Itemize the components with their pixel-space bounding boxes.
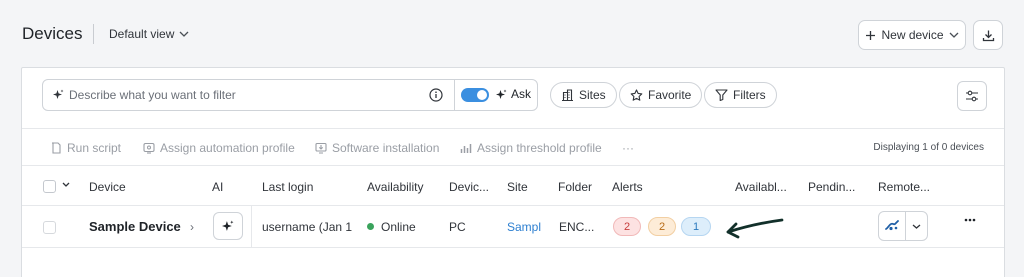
sparkle-icon — [53, 89, 64, 100]
online-status-dot — [367, 223, 374, 230]
chevron-down-icon — [912, 224, 921, 229]
run-script-label: Run script — [67, 141, 122, 155]
chevron-down-icon — [949, 32, 959, 38]
filters-button[interactable]: Filters — [704, 82, 777, 108]
star-icon — [630, 88, 643, 102]
view-label: Default view — [109, 27, 175, 41]
col-folder[interactable]: Folder — [558, 180, 592, 194]
bulk-actions-bar: Run script Assign automation profile Sof… — [22, 128, 1004, 166]
device-name[interactable]: Sample Device — [89, 219, 181, 234]
col-availability[interactable]: Availability — [367, 180, 423, 194]
col-pending[interactable]: Pendin... — [808, 180, 855, 194]
header-divider — [93, 24, 94, 44]
last-login-value: username (Jan 1 — [262, 220, 353, 234]
building-icon — [561, 89, 574, 101]
row-checkbox[interactable] — [43, 221, 56, 234]
displaying-count: Displaying 1 of 0 devices — [873, 142, 984, 153]
threshold-icon — [460, 143, 472, 154]
assign-threshold-button[interactable]: Assign threshold profile — [460, 141, 602, 155]
page-title: Devices — [22, 24, 83, 43]
more-actions-button[interactable]: ··· — [622, 141, 634, 155]
col-remote[interactable]: Remote... — [878, 180, 930, 194]
availability-label: Online — [381, 220, 416, 234]
script-icon — [51, 142, 62, 154]
ai-filter-box: Ask — [42, 79, 538, 111]
search-divider — [454, 80, 455, 110]
device-more-indicator: › — [190, 220, 194, 234]
plus-icon — [865, 30, 876, 41]
install-icon — [315, 142, 327, 154]
profile-icon — [143, 142, 155, 154]
col-device[interactable]: Device — [89, 180, 126, 194]
filter-icon — [715, 89, 728, 101]
chevron-down-icon[interactable] — [62, 182, 70, 187]
sliders-icon — [965, 90, 979, 102]
remote-access-group — [878, 211, 928, 241]
software-installation-label: Software installation — [332, 141, 440, 155]
kebab-icon[interactable] — [964, 218, 976, 222]
view-selector[interactable]: Default view — [109, 27, 189, 41]
assign-threshold-label: Assign threshold profile — [477, 141, 602, 155]
download-icon — [982, 29, 995, 42]
ask-toggle[interactable] — [461, 88, 489, 102]
folder-value: ENC... — [559, 220, 595, 234]
availability-status: Online — [367, 220, 416, 234]
devices-card: Ask Sites Favorite Filters Run script A — [21, 67, 1005, 277]
col-site[interactable]: Site — [507, 180, 528, 194]
remote-connect-button[interactable] — [879, 212, 906, 240]
select-all-checkbox[interactable] — [43, 180, 56, 193]
site-link[interactable]: Sampl — [507, 220, 541, 234]
sites-filter-button[interactable]: Sites — [550, 82, 617, 108]
filter-input[interactable] — [69, 88, 399, 102]
assign-automation-button[interactable]: Assign automation profile — [143, 141, 295, 155]
remote-options-button[interactable] — [906, 212, 927, 240]
table-row[interactable]: Sample Device › username (Jan 1 Online P… — [22, 206, 1004, 248]
sparkle-icon — [222, 220, 234, 232]
sparkle-icon — [496, 89, 507, 100]
filters-label: Filters — [733, 88, 766, 102]
ask-label: Ask — [511, 87, 532, 101]
new-device-label: New device — [881, 28, 944, 42]
new-device-button[interactable]: New device — [858, 20, 966, 50]
ask-button[interactable]: Ask — [496, 87, 531, 101]
column-settings-button[interactable] — [957, 81, 987, 111]
col-device-type[interactable]: Devic... — [449, 180, 489, 194]
info-icon[interactable] — [429, 88, 443, 102]
col-alerts[interactable]: Alerts — [612, 180, 643, 194]
chevron-down-icon — [179, 31, 189, 37]
col-ai[interactable]: AI — [212, 180, 223, 194]
column-divider — [251, 206, 252, 248]
arrow-annotation — [725, 215, 785, 241]
download-button[interactable] — [973, 20, 1003, 50]
alert-critical-badge[interactable]: 2 — [613, 217, 641, 236]
assign-automation-label: Assign automation profile — [160, 141, 295, 155]
col-available-updates[interactable]: Availabl... — [735, 180, 787, 194]
favorite-label: Favorite — [648, 88, 692, 102]
alert-warning-badge[interactable]: 2 — [648, 217, 676, 236]
device-type-value: PC — [449, 220, 466, 234]
remote-icon — [885, 220, 899, 232]
run-script-button[interactable]: Run script — [51, 141, 121, 155]
sites-label: Sites — [579, 88, 606, 102]
favorite-filter-button[interactable]: Favorite — [619, 82, 703, 108]
software-installation-button[interactable]: Software installation — [315, 141, 439, 155]
ai-assist-button[interactable] — [213, 212, 243, 240]
alert-info-badge[interactable]: 1 — [681, 217, 711, 236]
table-header: Device AI Last login Availability Devic.… — [22, 166, 1004, 206]
col-last-login[interactable]: Last login — [262, 180, 313, 194]
toggle-knob — [477, 90, 487, 100]
